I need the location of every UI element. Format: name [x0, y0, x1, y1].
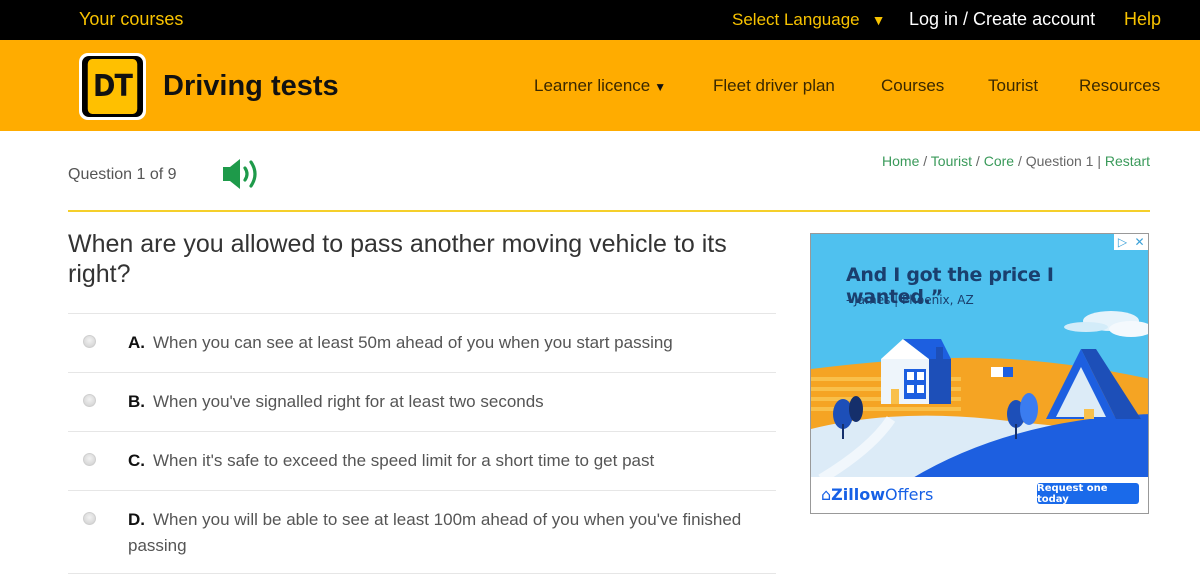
- caret-down-icon: ▼: [654, 80, 667, 94]
- answer-text-wrap: C. When it's safe to exceed the speed lim…: [128, 448, 654, 474]
- login-link[interactable]: Log in / Create account: [909, 9, 1095, 30]
- divider: [68, 210, 1150, 212]
- answer-option-a[interactable]: A. When you can see at least 50m ahead of…: [68, 314, 776, 373]
- caret-down-icon: ▼: [871, 12, 886, 28]
- radio-button[interactable]: [83, 394, 96, 407]
- logo-border: DT: [82, 56, 143, 117]
- answer-option-d[interactable]: D. When you will be able to see at least …: [68, 491, 776, 574]
- answer-option-b[interactable]: B. When you've signalled right for at lea…: [68, 373, 776, 432]
- breadcrumb-separator: /: [972, 153, 984, 169]
- breadcrumb: Home / Tourist / Core / Question 1 | Res…: [882, 153, 1150, 169]
- question-counter: Question 1 of 9: [68, 166, 177, 183]
- nav-learner-licence[interactable]: Learner licence ▼: [534, 76, 666, 96]
- advertisement[interactable]: ▷ ✕ And I got the price I wanted.” - Jam…: [810, 233, 1149, 514]
- top-bar: Your courses Select Language ▼ Log in / C…: [0, 0, 1200, 40]
- answer-letter: A.: [128, 333, 145, 352]
- restart-link[interactable]: Restart: [1105, 153, 1150, 169]
- ad-illustration: [811, 311, 1148, 479]
- question-text: When are you allowed to pass another mov…: [68, 230, 727, 288]
- answer-text-wrap: D. When you will be able to see at least …: [128, 507, 776, 559]
- select-language-label: Select Language: [732, 10, 860, 29]
- breadcrumb-separator: /: [919, 153, 931, 169]
- answer-option-c[interactable]: C. When it's safe to exceed the speed lim…: [68, 432, 776, 491]
- answer-text: When you will be able to see at least 10…: [128, 510, 742, 555]
- answer-text: When you've signalled right for at least…: [153, 392, 544, 411]
- nav-courses[interactable]: Courses: [881, 76, 944, 96]
- select-language-dropdown[interactable]: Select Language ▼: [732, 10, 885, 30]
- zillow-logo-icon: ⌂: [821, 485, 832, 504]
- your-courses-link[interactable]: Your courses: [79, 9, 183, 30]
- help-link[interactable]: Help: [1124, 9, 1161, 30]
- answer-text-wrap: A. When you can see at least 50m ahead of…: [128, 330, 673, 356]
- nav-fleet-driver-plan[interactable]: Fleet driver plan: [713, 76, 835, 96]
- radio-button[interactable]: [83, 335, 96, 348]
- ad-author: - James | Phoenix, AZ: [846, 293, 974, 307]
- site-header: DT Driving tests Learner licence ▼ Fleet …: [0, 40, 1200, 131]
- breadcrumb-tourist[interactable]: Tourist: [931, 153, 972, 169]
- ad-cta-button[interactable]: Request one today: [1037, 483, 1139, 505]
- answer-text: When you can see at least 50m ahead of y…: [153, 333, 673, 352]
- breadcrumb-core[interactable]: Core: [984, 153, 1014, 169]
- nav-learner-licence-label: Learner licence: [534, 76, 651, 95]
- ad-controls: ▷ ✕: [1114, 234, 1148, 250]
- brand-name[interactable]: Driving tests: [163, 70, 339, 103]
- breadcrumb-pipe: |: [1093, 153, 1105, 169]
- ad-footer: ⌂ZillowOffers Request one today: [811, 477, 1148, 513]
- answer-text: When it's safe to exceed the speed limit…: [153, 451, 655, 470]
- ad-brand-bold: Zillow: [831, 485, 885, 504]
- logo[interactable]: DT: [79, 53, 146, 120]
- answer-letter: D.: [128, 510, 145, 529]
- nav-resources[interactable]: Resources: [1079, 76, 1160, 96]
- radio-button[interactable]: [83, 512, 96, 525]
- ad-brand-light: Offers: [884, 485, 934, 504]
- speaker-icon[interactable]: [221, 156, 265, 192]
- breadcrumb-home[interactable]: Home: [882, 153, 919, 169]
- breadcrumb-separator: /: [1014, 153, 1026, 169]
- close-icon[interactable]: ✕: [1131, 234, 1148, 250]
- logo-text: DT: [87, 59, 138, 114]
- breadcrumb-current: Question 1: [1025, 153, 1094, 169]
- nav-tourist[interactable]: Tourist: [988, 76, 1038, 96]
- radio-button[interactable]: [83, 453, 96, 466]
- ad-brand: ⌂ZillowOffers: [821, 485, 933, 504]
- adchoices-icon[interactable]: ▷: [1114, 234, 1131, 250]
- answer-list: A. When you can see at least 50m ahead of…: [68, 313, 776, 574]
- answer-letter: B.: [128, 392, 145, 411]
- answer-letter: C.: [128, 451, 145, 470]
- answer-text-wrap: B. When you've signalled right for at lea…: [128, 389, 544, 415]
